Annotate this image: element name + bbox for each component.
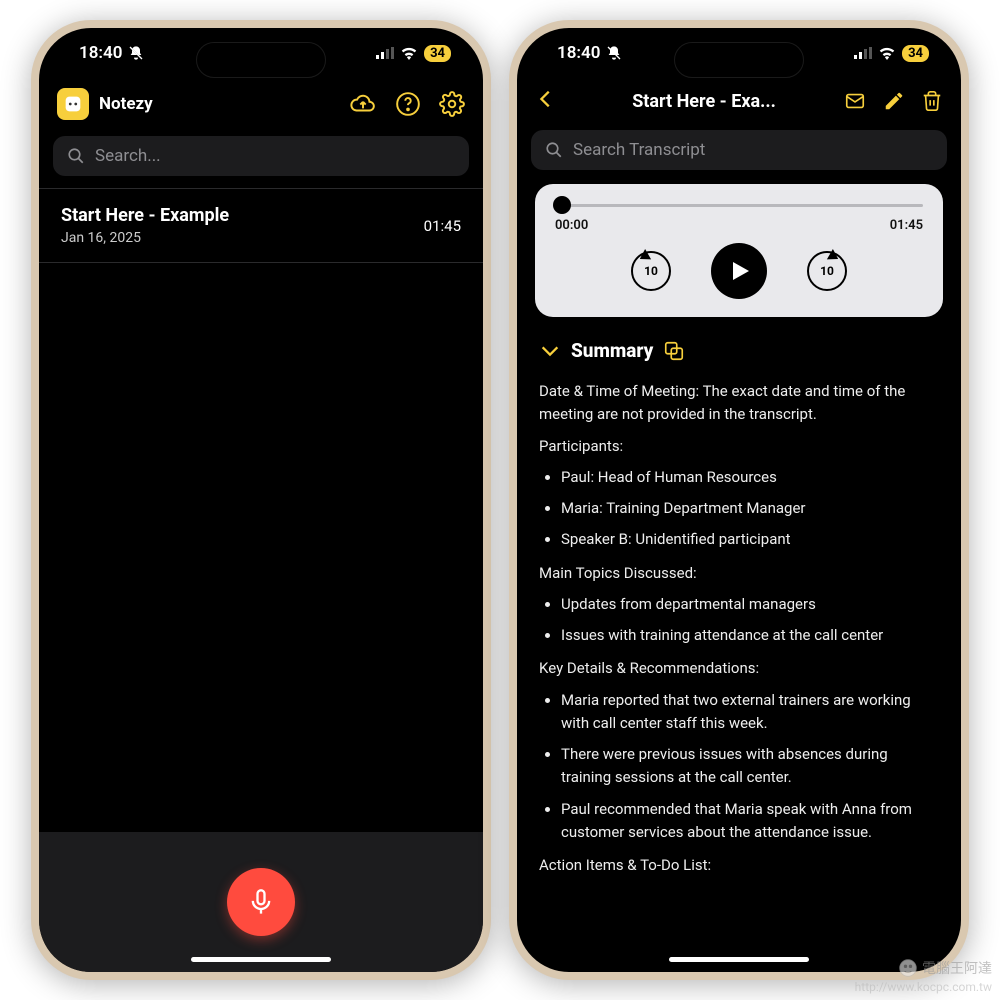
cloud-upload-icon[interactable] xyxy=(349,91,377,117)
key-item: Paul recommended that Maria speak with A… xyxy=(561,798,939,845)
mail-icon[interactable] xyxy=(843,90,867,112)
status-time: 18:40 xyxy=(79,43,122,63)
time-total: 01:45 xyxy=(890,218,923,233)
participants-head: Participants: xyxy=(539,435,939,458)
dynamic-island xyxy=(674,42,804,78)
dnd-icon xyxy=(128,45,144,61)
forward-arrow-icon xyxy=(825,248,841,264)
key-item: Maria reported that two external trainer… xyxy=(561,689,939,736)
dnd-icon xyxy=(606,45,622,61)
scrubber-thumb[interactable] xyxy=(553,196,571,214)
battery-badge: 34 xyxy=(424,45,451,62)
participant-item: Speaker B: Unidentified participant xyxy=(561,528,939,551)
note-title: Start Here - Example xyxy=(61,205,229,226)
record-tray xyxy=(39,832,483,972)
home-indicator[interactable] xyxy=(669,957,809,962)
wifi-icon xyxy=(878,47,896,60)
play-icon xyxy=(727,258,751,284)
app-header: Notezy xyxy=(39,78,483,132)
watermark-icon xyxy=(898,958,918,978)
search-icon xyxy=(67,147,85,165)
note-row[interactable]: Start Here - Example Jan 16, 2025 01:45 xyxy=(39,188,483,263)
app-name: Notezy xyxy=(99,94,153,114)
dynamic-island xyxy=(196,42,326,78)
phone-right: 18:40 34 Start Here - Exa... Search Tran… xyxy=(509,20,969,980)
detail-title: Start Here - Exa... xyxy=(565,91,843,112)
participant-item: Maria: Training Department Manager xyxy=(561,497,939,520)
summary-title: Summary xyxy=(571,339,653,362)
rewind-arrow-icon xyxy=(637,248,653,264)
summary-datetime: Date & Time of Meeting: The exact date a… xyxy=(539,380,939,427)
forward-10-button[interactable]: 10 xyxy=(807,251,847,291)
topics-head: Main Topics Discussed: xyxy=(539,562,939,585)
key-item: There were previous issues with absences… xyxy=(561,743,939,790)
wifi-icon xyxy=(400,47,418,60)
search-transcript-input[interactable]: Search Transcript xyxy=(531,130,947,170)
topic-item: Issues with training attendance at the c… xyxy=(561,624,939,647)
search-placeholder: Search... xyxy=(95,146,161,166)
chevron-down-icon xyxy=(539,340,561,362)
home-indicator[interactable] xyxy=(191,957,331,962)
participant-item: Paul: Head of Human Resources xyxy=(561,466,939,489)
back-button[interactable] xyxy=(535,88,565,114)
edit-icon[interactable] xyxy=(883,90,905,112)
topic-item: Updates from departmental managers xyxy=(561,593,939,616)
record-button[interactable] xyxy=(227,868,295,936)
summary-body: Date & Time of Meeting: The exact date a… xyxy=(517,368,961,877)
cellular-icon xyxy=(854,47,872,59)
delete-icon[interactable] xyxy=(921,89,943,113)
summary-section-header[interactable]: Summary xyxy=(517,331,961,368)
detail-header: Start Here - Exa... xyxy=(517,78,961,126)
chevron-left-icon xyxy=(535,88,557,110)
status-time: 18:40 xyxy=(557,43,600,63)
audio-player: 00:00 01:45 10 10 xyxy=(535,184,943,317)
play-button[interactable] xyxy=(711,243,767,299)
mic-icon xyxy=(247,888,275,916)
watermark-url: http://www.kocpc.com.tw xyxy=(855,980,992,994)
cellular-icon xyxy=(376,47,394,59)
note-date: Jan 16, 2025 xyxy=(61,230,229,246)
time-current: 00:00 xyxy=(555,218,588,233)
actions-head: Action Items & To-Do List: xyxy=(539,854,939,877)
help-icon[interactable] xyxy=(395,91,421,117)
app-logo-icon xyxy=(57,88,89,120)
rewind-10-button[interactable]: 10 xyxy=(631,251,671,291)
copy-icon[interactable] xyxy=(663,340,685,362)
search-placeholder: Search Transcript xyxy=(573,140,705,160)
scrubber[interactable] xyxy=(555,198,923,212)
phone-left: 18:40 34 Notezy Search... Start Here - E… xyxy=(31,20,491,980)
search-input[interactable]: Search... xyxy=(53,136,469,176)
watermark: 電腦王阿達 http://www.kocpc.com.tw xyxy=(855,958,992,994)
search-icon xyxy=(545,141,563,159)
key-head: Key Details & Recommendations: xyxy=(539,657,939,680)
battery-badge: 34 xyxy=(902,45,929,62)
settings-icon[interactable] xyxy=(439,91,465,117)
note-duration: 01:45 xyxy=(424,217,461,235)
